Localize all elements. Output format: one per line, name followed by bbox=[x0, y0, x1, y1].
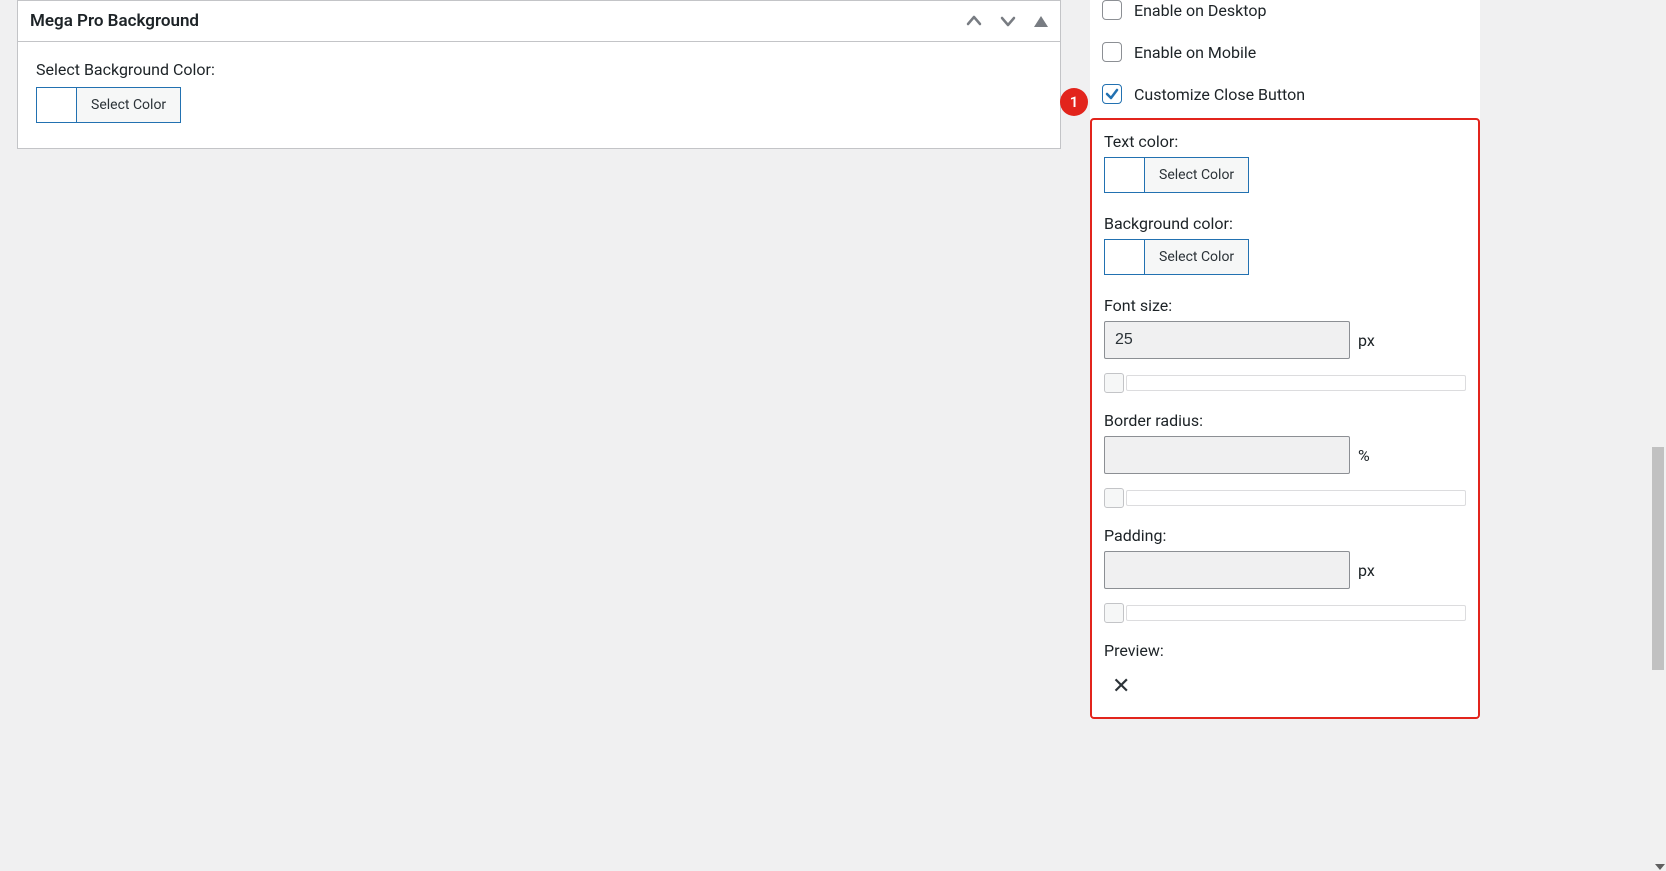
annotation-badge: 1 bbox=[1060, 88, 1088, 116]
collapse-icon[interactable] bbox=[1034, 16, 1048, 27]
padding-field: Padding: px bbox=[1104, 526, 1466, 623]
color-swatch bbox=[37, 88, 77, 122]
slider-track[interactable] bbox=[1126, 605, 1466, 621]
sidebar-panel: 1 Enable on Desktop Enable on Mobile Cus… bbox=[1090, 0, 1480, 719]
slider-handle-icon[interactable] bbox=[1104, 603, 1124, 623]
mega-pro-background-panel: Mega Pro Background Select Background Co… bbox=[17, 0, 1061, 149]
bg-color-select-label: Select Color bbox=[1145, 240, 1248, 274]
bg-color-button[interactable]: Select Color bbox=[1104, 239, 1249, 275]
slider-track[interactable] bbox=[1126, 490, 1466, 506]
scrollbar-down-icon[interactable] bbox=[1655, 864, 1665, 870]
enable-desktop-checkbox[interactable] bbox=[1102, 0, 1122, 20]
border-radius-label: Border radius: bbox=[1104, 411, 1466, 430]
text-color-button[interactable]: Select Color bbox=[1104, 157, 1249, 193]
move-up-icon[interactable] bbox=[966, 13, 982, 29]
select-color-button[interactable]: Select Color bbox=[36, 87, 181, 123]
enable-mobile-checkbox[interactable] bbox=[1102, 42, 1122, 62]
border-radius-input[interactable] bbox=[1104, 436, 1350, 474]
slider-handle-icon[interactable] bbox=[1104, 373, 1124, 393]
font-size-unit: px bbox=[1358, 331, 1375, 350]
bg-color-label: Select Background Color: bbox=[36, 60, 1042, 79]
padding-unit: px bbox=[1358, 561, 1375, 580]
panel-header: Mega Pro Background bbox=[18, 1, 1060, 42]
customize-close-row: Customize Close Button bbox=[1090, 84, 1480, 112]
font-size-label: Font size: bbox=[1104, 296, 1466, 315]
slider-track[interactable] bbox=[1126, 375, 1466, 391]
font-size-field: Font size: px bbox=[1104, 296, 1466, 393]
panel-controls bbox=[966, 13, 1048, 29]
border-radius-input-row: % bbox=[1104, 436, 1466, 474]
padding-label: Padding: bbox=[1104, 526, 1466, 545]
panel-body: Select Background Color: Select Color bbox=[18, 42, 1060, 148]
customize-close-label: Customize Close Button bbox=[1134, 85, 1305, 104]
padding-input-row: px bbox=[1104, 551, 1466, 589]
padding-input[interactable] bbox=[1104, 551, 1350, 589]
font-size-slider[interactable] bbox=[1104, 373, 1466, 393]
bg-color-field: Background color: Select Color bbox=[1104, 214, 1466, 278]
scrollbar-thumb[interactable] bbox=[1652, 447, 1664, 670]
bg-color-config-label: Background color: bbox=[1104, 214, 1466, 233]
bg-color-swatch bbox=[1105, 240, 1145, 274]
panel-title: Mega Pro Background bbox=[30, 11, 199, 31]
enable-desktop-label: Enable on Desktop bbox=[1134, 1, 1266, 20]
border-radius-field: Border radius: % bbox=[1104, 411, 1466, 508]
select-color-label: Select Color bbox=[77, 88, 180, 122]
preview-label: Preview: bbox=[1104, 641, 1466, 660]
padding-slider[interactable] bbox=[1104, 603, 1466, 623]
enable-desktop-row: Enable on Desktop bbox=[1090, 0, 1480, 42]
close-icon: ✕ bbox=[1112, 674, 1466, 699]
customize-close-checkbox[interactable] bbox=[1102, 84, 1122, 104]
vertical-scrollbar[interactable] bbox=[1650, 0, 1666, 871]
text-color-swatch bbox=[1105, 158, 1145, 192]
slider-handle-icon[interactable] bbox=[1104, 488, 1124, 508]
text-color-label: Text color: bbox=[1104, 132, 1466, 151]
enable-mobile-row: Enable on Mobile bbox=[1090, 42, 1480, 84]
preview-field: Preview: ✕ bbox=[1104, 641, 1466, 699]
border-radius-unit: % bbox=[1358, 446, 1370, 465]
move-down-icon[interactable] bbox=[1000, 13, 1016, 29]
font-size-input-row: px bbox=[1104, 321, 1466, 359]
text-color-select-label: Select Color bbox=[1145, 158, 1248, 192]
border-radius-slider[interactable] bbox=[1104, 488, 1466, 508]
font-size-input[interactable] bbox=[1104, 321, 1350, 359]
text-color-field: Text color: Select Color bbox=[1104, 132, 1466, 196]
enable-mobile-label: Enable on Mobile bbox=[1134, 43, 1256, 62]
close-button-config: Text color: Select Color Background colo… bbox=[1090, 118, 1480, 719]
